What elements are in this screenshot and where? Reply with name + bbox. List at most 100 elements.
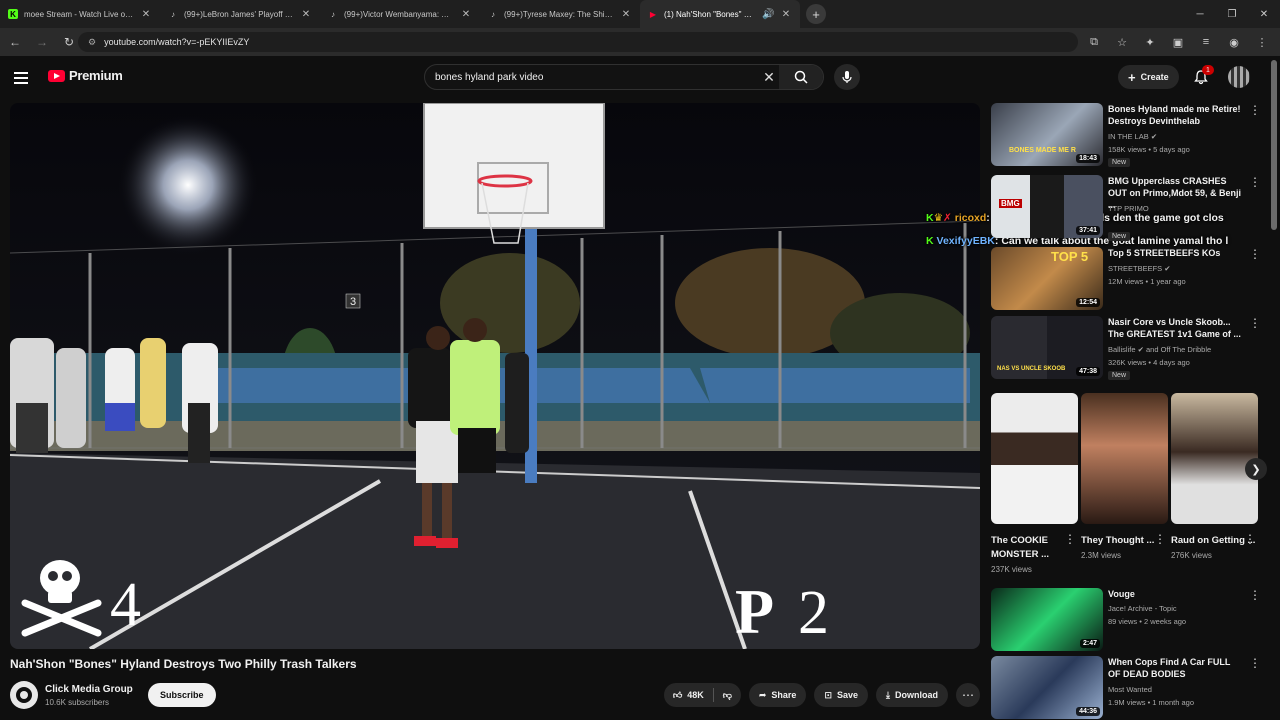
clear-search-icon[interactable]: ✕ <box>759 69 779 86</box>
extensions-icon[interactable]: ✦ <box>1140 32 1160 52</box>
video-thumbnail[interactable]: NAS VS UNCLE SKOOB 47:38 <box>991 316 1103 379</box>
queue-icon[interactable]: ≡ <box>1196 32 1216 52</box>
search-box[interactable]: bones hyland park video ✕ <box>424 64 824 90</box>
more-options-icon[interactable]: ⋮ <box>1249 247 1261 261</box>
minimize-icon[interactable]: ─ <box>1184 0 1216 28</box>
recommendation-item[interactable]: BMG 37:41 BMG Upperclass CRASHES OUT on … <box>991 175 1261 241</box>
recommendation-item[interactable]: 44:36 When Cops Find A Car FULL OF DEAD … <box>991 656 1261 720</box>
more-options-icon[interactable]: ⋮ <box>1154 532 1166 546</box>
close-icon[interactable]: ✕ <box>780 9 792 20</box>
save-button[interactable]: ⊡ Save <box>814 683 869 707</box>
tab-title: (99+)Victor Wembanyama: The M <box>344 9 454 19</box>
recommendation-meta: 1.9M views • 1 month ago <box>1108 698 1195 707</box>
close-icon[interactable]: ✕ <box>620 9 632 20</box>
short-thumbnail[interactable] <box>991 393 1078 524</box>
share-button[interactable]: ➦ Share <box>748 683 807 707</box>
video-player[interactable]: 3 4 P 2 <box>10 103 980 649</box>
voice-search-button[interactable] <box>834 64 860 90</box>
back-icon[interactable]: ← <box>3 30 27 54</box>
short-thumbnail[interactable] <box>1081 393 1168 524</box>
close-icon[interactable]: ✕ <box>460 9 472 20</box>
video-thumbnail[interactable]: TOP 5 12:54 <box>991 247 1103 310</box>
tiktok-favicon-icon: ♪ <box>491 9 495 19</box>
short-item[interactable]: They Thought ... 2.3M views ⋮ <box>1081 393 1168 560</box>
recommendation-title: When Cops Find A Car FULL OF DEAD BODIES <box>1108 657 1231 679</box>
tab-title: moee Stream - Watch Live on K <box>24 9 134 19</box>
download-button[interactable]: ⤓ Download <box>876 683 948 707</box>
media-icon[interactable]: ▣ <box>1168 32 1188 52</box>
video-thumbnail[interactable]: BONES MADE ME R 18:43 <box>991 103 1103 166</box>
install-icon[interactable]: ⧉ <box>1084 32 1104 52</box>
share-icon: ➦ <box>758 689 767 700</box>
close-icon[interactable]: ✕ <box>300 9 312 20</box>
kick-badge-icon: K <box>926 235 934 247</box>
video-thumbnail[interactable]: 2:47 <box>991 588 1103 651</box>
thumbnail-text: NAS VS UNCLE SKOOB <box>997 366 1066 372</box>
bookmark-icon: ⊡ <box>824 689 832 700</box>
shorts-shelf: The COOKIE MONSTER ... 237K views ⋮ They… <box>991 393 1267 583</box>
more-options-icon[interactable]: ⋮ <box>1249 316 1261 330</box>
kick-favicon-icon: K <box>8 9 18 19</box>
verified-icon: ✔ <box>1164 264 1171 273</box>
url-field[interactable]: ⚙ youtube.com/watch?v=-pEKYIIEvZY <box>78 32 1078 52</box>
duration-badge: 37:41 <box>1076 226 1100 235</box>
verified-icon: ✔ <box>1150 132 1158 141</box>
channel-avatar[interactable] <box>10 681 38 709</box>
browser-tab-active[interactable]: ▶ (1) Nah'Shon "Bones" Hyland 🔊 ✕ <box>640 0 800 28</box>
duration-badge: 12:54 <box>1076 298 1100 307</box>
recommendation-item[interactable]: 2:47 Vouge Jace! Archive - Topic 89 view… <box>991 588 1261 652</box>
duration-badge: 44:36 <box>1076 707 1100 716</box>
browser-tab[interactable]: ♪ (99+)LeBron James' Playoff High ✕ <box>160 0 320 28</box>
recommendation-item[interactable]: NAS VS UNCLE SKOOB 47:38 Nasir Core vs U… <box>991 316 1261 380</box>
recommendation-meta: 326K views • 4 days ago <box>1108 358 1190 367</box>
hamburger-menu-icon[interactable] <box>14 68 34 88</box>
search-input[interactable]: bones hyland park video <box>425 72 759 83</box>
recommendation-meta: 89 views • 2 weeks ago <box>1108 617 1187 626</box>
profile-icon[interactable]: ◉ <box>1224 32 1244 52</box>
short-thumbnail[interactable] <box>1171 393 1258 524</box>
more-options-icon[interactable]: ⋮ <box>1249 656 1261 670</box>
recommendation-channel: STREETBEEFS ✔ <box>1108 264 1171 273</box>
browser-menu-icon[interactable]: ⋮ <box>1252 32 1272 52</box>
account-avatar[interactable] <box>1228 66 1250 88</box>
close-icon[interactable]: ✕ <box>140 9 152 20</box>
tiktok-favicon-icon: ♪ <box>331 9 335 19</box>
channel-row: Click Media Group 10.6K subscribers Subs… <box>10 680 980 710</box>
close-window-icon[interactable]: ✕ <box>1248 0 1280 28</box>
short-item[interactable]: The COOKIE MONSTER ... 237K views ⋮ <box>991 393 1078 574</box>
short-views: 237K views <box>991 565 1032 574</box>
browser-tab[interactable]: ♪ (99+)Tyrese Maxey: The Shiftiest ✕ <box>480 0 640 28</box>
forward-icon[interactable]: → <box>30 30 54 54</box>
recommendation-meta: 158K views • 5 days ago <box>1108 145 1190 154</box>
new-tab-button[interactable]: + <box>806 4 826 24</box>
video-thumbnail[interactable]: BMG 37:41 <box>991 175 1103 238</box>
dislike-button[interactable]: 👎︎ <box>714 683 741 707</box>
page-scrollbar[interactable] <box>1271 60 1277 230</box>
maximize-icon[interactable]: ❐ <box>1216 0 1248 28</box>
youtube-premium-logo[interactable]: Premium <box>48 68 123 83</box>
more-actions-button[interactable]: ⋯ <box>956 683 980 707</box>
more-options-icon[interactable]: ⋮ <box>1244 532 1256 546</box>
site-info-icon[interactable]: ⚙ <box>88 37 96 48</box>
browser-tab[interactable]: ♪ (99+)Victor Wembanyama: The M ✕ <box>320 0 480 28</box>
recommendation-item[interactable]: TOP 5 12:54 Top 5 STREETBEEFS KOs STREET… <box>991 247 1261 311</box>
shorts-next-arrow-icon[interactable]: ❯ <box>1245 458 1267 480</box>
create-button[interactable]: + Create <box>1118 65 1179 89</box>
more-options-icon[interactable]: ⋮ <box>1249 103 1261 117</box>
like-button[interactable]: 👍︎ 48K <box>664 683 713 707</box>
short-item[interactable]: Raud on Getting ... 276K views ⋮ <box>1171 393 1258 560</box>
bookmark-star-icon[interactable]: ☆ <box>1112 32 1132 52</box>
more-options-icon[interactable]: ⋮ <box>1249 175 1261 189</box>
search-button[interactable] <box>779 65 823 89</box>
browser-tab[interactable]: K moee Stream - Watch Live on K ✕ <box>0 0 160 28</box>
channel-name[interactable]: Click Media Group <box>45 684 133 695</box>
more-options-icon[interactable]: ⋮ <box>1249 588 1261 602</box>
thumbs-down-icon: 👎︎ <box>722 689 732 700</box>
subscribe-button[interactable]: Subscribe <box>148 683 216 707</box>
recommendation-channel: Ballislife ✔ and Off The Dribble <box>1108 345 1212 354</box>
short-views: 276K views <box>1171 551 1212 560</box>
recommendation-item[interactable]: BONES MADE ME R 18:43 Bones Hyland made … <box>991 103 1261 167</box>
speaker-icon[interactable]: 🔊 <box>762 9 774 20</box>
more-options-icon[interactable]: ⋮ <box>1064 532 1076 546</box>
video-thumbnail[interactable]: 44:36 <box>991 656 1103 719</box>
